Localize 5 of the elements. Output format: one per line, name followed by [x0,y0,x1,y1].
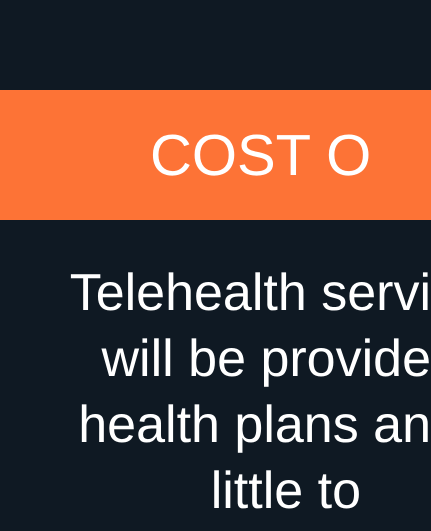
body-text-line: will be provide [102,329,431,390]
body-text-line: little to [210,461,361,522]
body-text-line: Telehealth servi [70,263,431,324]
banner-title: COST O [150,122,372,188]
body-text-line: health plans an [78,395,431,456]
